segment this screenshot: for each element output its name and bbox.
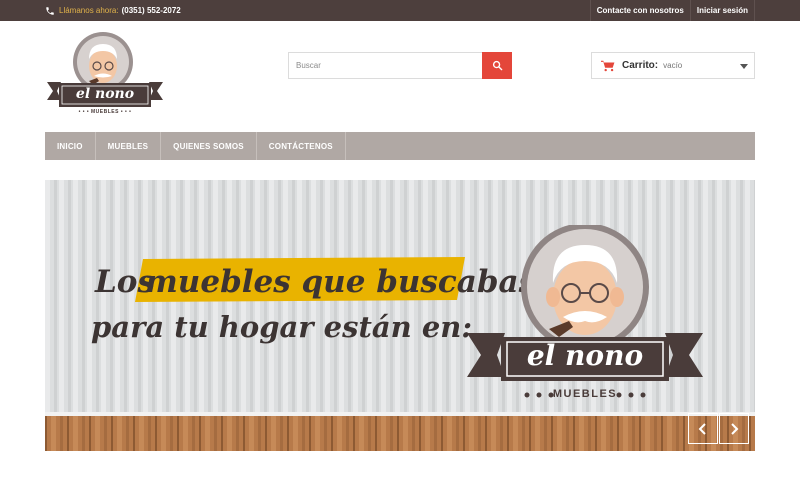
search-input[interactable] — [288, 52, 482, 79]
nav-item-inicio[interactable]: INICIO — [45, 132, 96, 160]
headline-line2: para tu hogar están en: — [91, 310, 473, 344]
login-link[interactable]: Iniciar sesión — [689, 0, 755, 21]
slider-prev-button[interactable] — [688, 413, 718, 444]
call-label: Llámanos ahora: — [59, 6, 119, 15]
banner-logo: el nono MUEBLES — [465, 223, 705, 405]
cart-dropdown[interactable]: Carrito: vacío — [591, 52, 755, 79]
account-links: Contacte con nosotros Iniciar sesión — [589, 0, 755, 21]
logo-subtitle: • • • MUEBLES • • • — [78, 109, 132, 115]
hero-slider: Los muebles que buscabas para tu hogar e… — [45, 180, 755, 451]
slider-controls — [687, 413, 749, 444]
banner-logo-subtitle: MUEBLES — [552, 388, 618, 400]
nav-item-quienes-somos[interactable]: QUIENES SOMOS — [161, 132, 257, 160]
cart-label: Carrito: — [622, 60, 659, 71]
contact-link[interactable]: Contacte con nosotros — [589, 0, 690, 21]
top-bar: Llámanos ahora: (0351) 552-2072 Contacte… — [0, 0, 800, 21]
chevron-left-icon — [698, 422, 706, 435]
phone-icon — [46, 6, 54, 15]
chevron-right-icon — [731, 422, 739, 435]
cart-status: vacío — [663, 61, 683, 70]
logo-name: el nono — [75, 86, 135, 102]
shopping-cart-icon — [601, 60, 615, 71]
phone-number: (0351) 552-2072 — [121, 6, 181, 15]
nav-item-muebles[interactable]: MUEBLES — [96, 132, 162, 160]
banner-logo-name: el nono — [526, 339, 644, 372]
nav-item-contactenos[interactable]: CONTÁCTENOS — [257, 132, 346, 160]
slider-next-button[interactable] — [719, 413, 749, 444]
phone-info: Llámanos ahora: (0351) 552-2072 — [45, 0, 181, 21]
search-bar — [288, 52, 512, 79]
chevron-down-icon — [740, 64, 748, 69]
search-icon — [492, 60, 502, 71]
search-button[interactable] — [482, 52, 512, 79]
main-nav: INICIO MUEBLES QUIENES SOMOS CONTÁCTENOS — [45, 132, 755, 160]
site-logo[interactable]: el nono • • • MUEBLES • • • — [45, 29, 165, 119]
